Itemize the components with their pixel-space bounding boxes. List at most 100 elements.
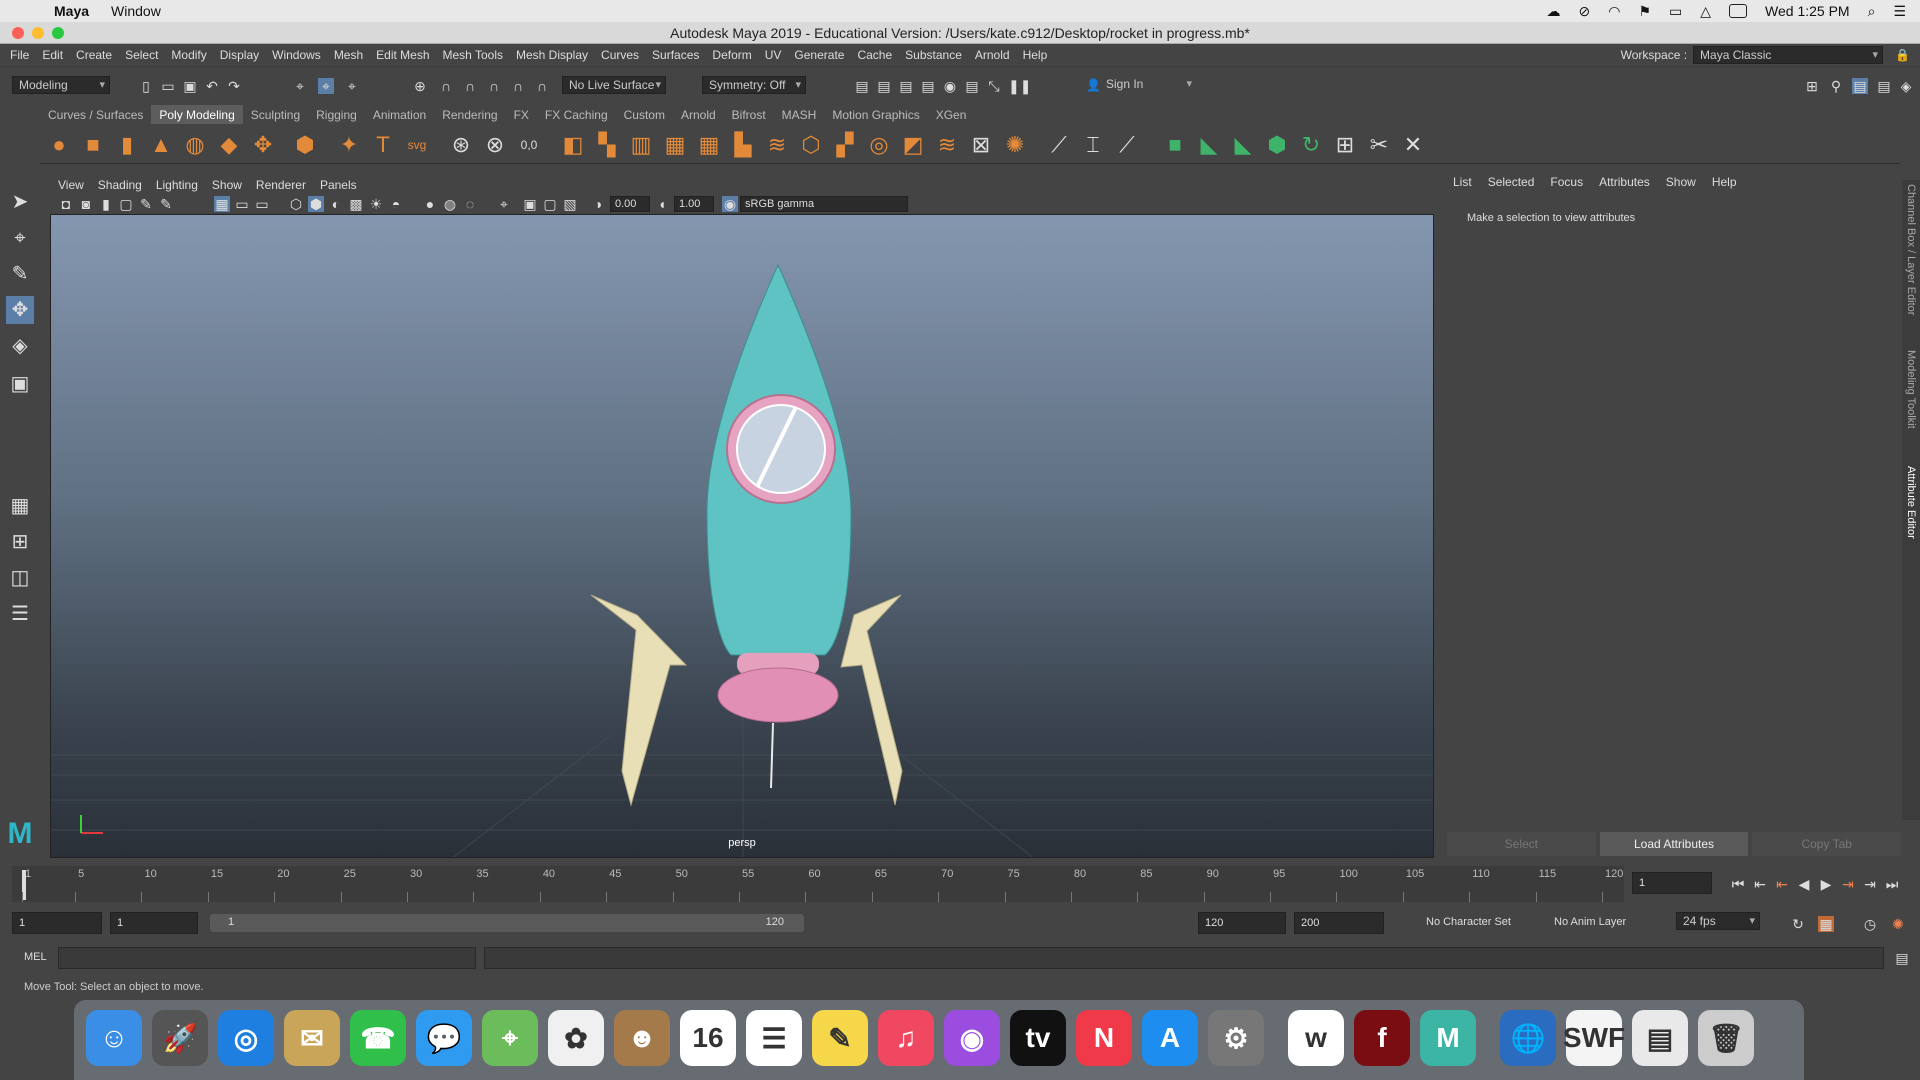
menu-create[interactable]: Create <box>76 48 112 62</box>
reset-icon[interactable]: 0,0 <box>516 132 542 158</box>
launchpad-icon[interactable]: 🚀 <box>152 1010 208 1066</box>
engine-nozzle[interactable] <box>717 667 839 723</box>
target-weld-icon[interactable]: ⌶ <box>1080 132 1106 158</box>
copy-tab-button[interactable]: Copy Tab <box>1752 832 1902 856</box>
menu-arnold[interactable]: Arnold <box>975 48 1010 62</box>
film-gate-icon[interactable]: ▭ <box>234 196 250 212</box>
swf-icon[interactable]: SWF <box>1563 1010 1625 1066</box>
menu-surfaces[interactable]: Surfaces <box>652 48 699 62</box>
messages-icon[interactable]: 💬 <box>416 1010 472 1066</box>
minimize-window-button[interactable] <box>32 27 44 39</box>
live-surface-field[interactable]: No Live Surface <box>562 76 666 94</box>
new-scene-icon[interactable]: ▯ <box>138 78 154 94</box>
smooth-shade-icon[interactable]: ⬢ <box>308 196 324 212</box>
menu-modify[interactable]: Modify <box>171 48 206 62</box>
script-editor-icon[interactable]: ▤ <box>1894 950 1910 966</box>
facetime-icon[interactable]: ☎ <box>350 1010 406 1066</box>
sign-in-button[interactable]: Sign In <box>1100 76 1196 94</box>
flag-icon[interactable]: ⚑ <box>1638 3 1651 20</box>
airplay-icon[interactable]: △ <box>1700 3 1711 20</box>
photos-icon[interactable]: ✿ <box>548 1010 604 1066</box>
two-d-pan-icon[interactable]: ✎ <box>138 196 154 212</box>
do-not-disturb-icon[interactable]: ⊘ <box>1579 3 1591 20</box>
antialiasing-icon[interactable]: ◌ <box>462 196 478 212</box>
uv-sew-icon[interactable]: ✕ <box>1400 132 1426 158</box>
shelf-tab-custom[interactable]: Custom <box>616 105 673 125</box>
shelf-tab-xgen[interactable]: XGen <box>928 105 975 125</box>
attribute-editor-toggle-icon[interactable]: ▤ <box>1852 78 1868 94</box>
shelf-tab-fx-caching[interactable]: FX Caching <box>537 105 616 125</box>
poly-plane-icon[interactable]: ◆ <box>216 132 242 158</box>
poke-icon[interactable]: ✺ <box>1002 132 1028 158</box>
viewport-menu-panels[interactable]: Panels <box>320 178 357 192</box>
platonic-solid-icon[interactable]: ⬢ <box>292 132 318 158</box>
xray-icon[interactable]: ▣ <box>522 196 538 212</box>
scene-start-field[interactable]: 1 <box>12 912 102 934</box>
menu-uv[interactable]: UV <box>765 48 782 62</box>
shelf-tab-mash[interactable]: MASH <box>774 105 825 125</box>
menu-mesh-tools[interactable]: Mesh Tools <box>443 48 503 62</box>
snap-point-icon[interactable]: ∩ <box>462 78 478 94</box>
connect-icon[interactable]: ⟋ <box>1114 132 1140 158</box>
poly-cone-icon[interactable]: ▲ <box>148 132 174 158</box>
appstore-icon[interactable]: A <box>1142 1010 1198 1066</box>
maps-icon[interactable]: ⌖ <box>482 1010 538 1066</box>
uv-automatic-icon[interactable]: ⬢ <box>1264 132 1290 158</box>
poly-sphere-icon[interactable]: ● <box>46 132 72 158</box>
tab-channel-box[interactable]: Channel Box / Layer Editor <box>1905 184 1917 315</box>
menu-deform[interactable]: Deform <box>712 48 751 62</box>
tv-icon[interactable]: tv <box>1010 1010 1066 1066</box>
menu-set-dropdown[interactable]: Modeling <box>12 76 110 94</box>
extrude-icon[interactable]: ▙ <box>730 132 756 158</box>
menu-substance[interactable]: Substance <box>905 48 962 62</box>
tab-attribute-editor[interactable]: Attribute Editor <box>1905 466 1917 539</box>
poly-torus-icon[interactable]: ◍ <box>182 132 208 158</box>
combine-icon[interactable]: ◧ <box>560 132 586 158</box>
step-forward-key-icon[interactable]: ⇥ <box>1862 876 1878 892</box>
arnold-render-icon[interactable]: ▤ <box>964 78 980 94</box>
time-slider[interactable]: 1 5 10 15 20 25 30 35 40 45 50 55 60 65 70 75 80 85 90 95 10… <box>12 866 1624 902</box>
character-set-dropdown[interactable]: No Character Set <box>1426 916 1511 928</box>
select-tool-icon[interactable]: ➤ <box>6 188 34 216</box>
attribute-editor-menu-selected[interactable]: Selected <box>1488 175 1535 189</box>
arnold-ipr-icon[interactable]: ⤡ <box>986 78 1002 94</box>
trash-icon[interactable]: 🗑 <box>1698 1010 1754 1066</box>
app-menu-maya[interactable]: Maya <box>54 3 89 19</box>
ipr-render-icon[interactable]: ▤ <box>898 78 914 94</box>
shelf-tab-rigging[interactable]: Rigging <box>308 105 365 125</box>
view-transform-dropdown[interactable]: sRGB gamma <box>740 196 908 212</box>
pause-icon[interactable]: ❚❚ <box>1008 78 1031 94</box>
battery-icon[interactable] <box>1729 4 1748 18</box>
append-icon[interactable]: ▞ <box>832 132 858 158</box>
modeling-toolkit-toggle-icon[interactable]: ⊞ <box>1804 78 1820 94</box>
gamma-field[interactable]: 1.00 <box>674 196 714 212</box>
grid-icon[interactable]: ▦ <box>214 196 230 212</box>
bevel-icon[interactable]: ⬡ <box>798 132 824 158</box>
snap-live-icon[interactable]: ∩ <box>510 78 526 94</box>
snap-view-icon[interactable]: ∩ <box>486 78 502 94</box>
command-input[interactable] <box>58 947 476 969</box>
auto-key-icon[interactable]: ▦ <box>1818 916 1834 932</box>
move-tool-icon[interactable]: ✥ <box>6 296 34 324</box>
current-frame-field[interactable]: 1 <box>1632 872 1712 894</box>
select-object-icon[interactable]: ⌖ <box>318 78 334 94</box>
anim-layer-dropdown[interactable]: No Anim Layer <box>1554 916 1626 928</box>
snap-curve-icon[interactable]: ∩ <box>438 78 454 94</box>
news-icon[interactable]: N <box>1076 1010 1132 1066</box>
notes-icon[interactable]: ✎ <box>812 1010 868 1066</box>
scale-tool-icon[interactable]: ▣ <box>6 370 34 398</box>
animation-preferences-icon[interactable]: ◷ <box>1862 916 1878 932</box>
snap-grid-icon[interactable]: ⊕ <box>412 78 428 94</box>
poly-disc-icon[interactable]: ✥ <box>250 132 276 158</box>
webex-icon[interactable]: w <box>1288 1010 1344 1066</box>
image-plane-icon[interactable]: ▢ <box>118 196 134 212</box>
circularize-icon[interactable]: ⊠ <box>968 132 994 158</box>
undo-icon[interactable]: ↶ <box>204 78 220 94</box>
attribute-editor-menu-show[interactable]: Show <box>1666 175 1696 189</box>
workspace-dropdown[interactable]: Maya Classic <box>1693 46 1884 64</box>
viewport-menu-show[interactable]: Show <box>212 178 242 192</box>
menu-cache[interactable]: Cache <box>857 48 892 62</box>
viewport-menu-shading[interactable]: Shading <box>98 178 142 192</box>
attribute-editor-menu-attributes[interactable]: Attributes <box>1599 175 1650 189</box>
shelf-tab-curves-surfaces[interactable]: Curves / Surfaces <box>40 105 151 125</box>
